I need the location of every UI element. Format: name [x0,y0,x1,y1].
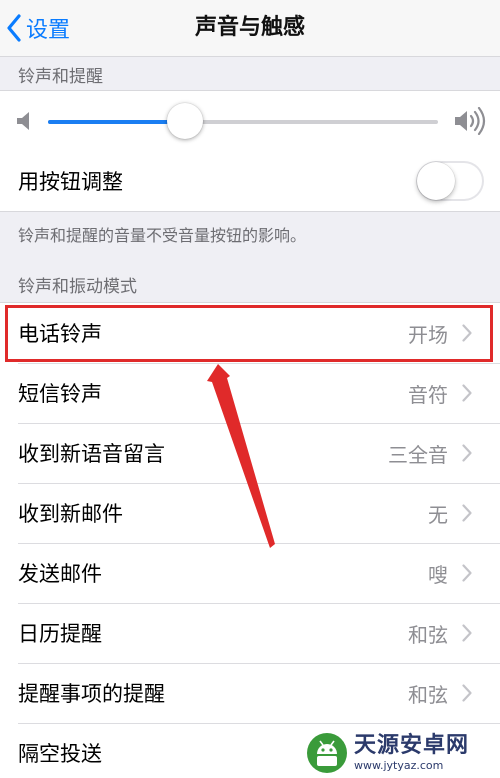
navigation-bar: 设置 声音与触感 [0,0,500,57]
change-with-buttons-row: 用按钮调整 [0,151,500,211]
sound-row-label: 发送邮件 [18,562,102,586]
sound-row-value: 和弦 [408,622,448,647]
sound-row-label: 短信铃声 [18,382,102,406]
sound-row-label: 电话铃声 [18,322,102,346]
change-with-buttons-label: 用按钮调整 [18,170,123,194]
speaker-high-icon [455,107,486,135]
volume-slider-thumb[interactable] [166,103,203,139]
chevron-right-icon [462,384,472,402]
page-title: 声音与触感 [194,15,305,40]
speaker-low-icon [17,112,29,130]
ringer-group: 用按钮调整 [0,90,500,212]
volume-slider-row [0,91,500,151]
patterns-section-header: 铃声和振动模式 [18,277,137,297]
sound-row-label: 收到新语音留言 [18,442,165,466]
chevron-right-icon [462,444,472,462]
chevron-right-icon [462,504,472,522]
sound-row-sent-mail[interactable]: 发送邮件 嗖 [0,543,500,603]
ringer-footnote: 铃声和提醒的音量不受音量按钮的影响。 [18,226,307,245]
sound-row-new-voicemail[interactable]: 收到新语音留言 三全音 [0,423,500,483]
chevron-right-icon [462,324,472,342]
sound-row-label: 收到新邮件 [18,502,123,526]
sound-row-value: 开场 [408,322,448,347]
sound-row-value: 无 [428,502,448,527]
change-with-buttons-toggle[interactable] [416,161,484,201]
watermark-title: 天源安卓网 [354,733,470,758]
sound-row-value: 嗖 [428,562,448,587]
sound-row-ringtone[interactable]: 电话铃声 开场 [0,303,500,363]
volume-slider-fill [48,120,185,124]
sound-row-new-mail[interactable]: 收到新邮件 无 [0,483,500,543]
sound-row-value: 音符 [408,382,448,407]
chevron-right-icon [462,564,472,582]
sound-row-label: 日历提醒 [18,622,102,646]
sounds-haptics-screen: 设置 声音与触感 铃声和提醒 用按钮调整 铃声和提醒的音量不受音量按钮的影响。 … [0,0,500,778]
toggle-knob [417,162,455,200]
watermark-text: 天源安卓网 www.jytyaz.com [354,733,470,772]
sound-patterns-group: 电话铃声 开场 短信铃声 音符 收到新语音留言 三全音 收到新邮件 无 发送邮件… [0,302,500,778]
sound-row-value: 和弦 [408,682,448,707]
sound-row-text-tone[interactable]: 短信铃声 音符 [0,363,500,423]
watermark: 天源安卓网 www.jytyaz.com [300,728,500,778]
volume-slider-track[interactable] [48,120,438,124]
ringer-section-header: 铃声和提醒 [18,67,103,87]
sound-row-label: 提醒事项的提醒 [18,682,165,706]
sound-row-value: 三全音 [388,442,448,467]
sound-row-calendar-alerts[interactable]: 日历提醒 和弦 [0,603,500,663]
android-logo-icon [307,733,347,773]
chevron-right-icon [462,624,472,642]
watermark-url: www.jytyaz.com [354,759,444,772]
sound-row-reminder-alerts[interactable]: 提醒事项的提醒 和弦 [0,663,500,723]
chevron-right-icon [462,684,472,702]
